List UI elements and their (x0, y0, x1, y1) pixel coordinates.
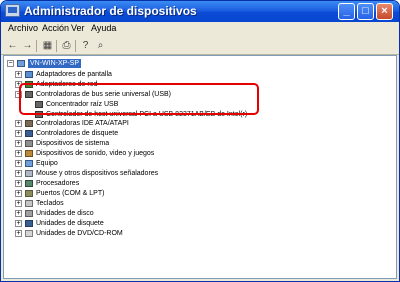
tree-item-unidades-disco[interactable]: + Unidades de disco (15, 209, 315, 219)
system-device-icon (25, 140, 33, 147)
device-tree: − VN-WIN-XP-SP + Adaptadores de pantalla… (3, 55, 397, 279)
back-arrow-icon[interactable]: ← (6, 40, 19, 51)
tree-item-sonido[interactable]: + Dispositivos de sonido, video y juegos (15, 149, 315, 159)
tree-item-equipo[interactable]: + Equipo (15, 159, 315, 169)
toolbar-separator (56, 40, 57, 52)
tree-item-puertos[interactable]: + Puertos (COM & LPT) (15, 189, 315, 199)
scan-hardware-icon[interactable]: ⌕ (94, 40, 107, 51)
menu-bar: Archivo Acción Ver Ayuda (1, 22, 399, 39)
computer-icon (17, 60, 25, 67)
tree-item-teclados[interactable]: + Teclados (15, 199, 315, 209)
sound-icon (25, 150, 33, 157)
tree-item-unidades-disquete[interactable]: + Unidades de disquete (15, 219, 315, 229)
ide-controller-icon (25, 120, 33, 127)
menu-archivo[interactable]: Archivo (8, 23, 38, 33)
keyboard-icon (25, 200, 33, 207)
expand-icon[interactable]: + (15, 190, 22, 197)
tree-item-dvd[interactable]: + Unidades de DVD/CD-ROM (15, 229, 315, 239)
expand-icon[interactable]: + (15, 170, 22, 177)
title-bar[interactable]: Administrador de dispositivos _ □ × (1, 1, 399, 22)
expand-icon[interactable]: + (15, 180, 22, 187)
window-title: Administrador de dispositivos (24, 4, 197, 18)
properties-view-icon[interactable]: ▦ (41, 40, 54, 51)
device-manager-window: Administrador de dispositivos _ □ × Arch… (0, 0, 400, 282)
mouse-icon (25, 170, 33, 177)
toolbar-separator (75, 40, 76, 52)
expand-icon[interactable]: + (15, 220, 22, 227)
menu-ver[interactable]: Ver (71, 23, 85, 33)
port-icon (25, 190, 33, 197)
tree-root[interactable]: − VN-WIN-XP-SP (7, 59, 87, 69)
expand-icon[interactable]: + (15, 150, 22, 157)
collapse-icon[interactable]: − (7, 60, 14, 67)
toolbar-separator (36, 40, 37, 52)
tree-item-disquete-controladores[interactable]: + Controladores de disquete (15, 129, 315, 139)
expand-icon[interactable]: + (15, 140, 22, 147)
expand-icon[interactable]: + (15, 120, 22, 127)
toolbar: ← → ▦ ⎙ ? ⌕ (1, 38, 399, 55)
menu-accion[interactable]: Acción (42, 23, 69, 33)
minimize-button[interactable]: _ (338, 3, 355, 20)
tree-item-ide[interactable]: + Controladoras IDE ATA/ATAPI (15, 119, 315, 129)
dvd-icon (25, 230, 33, 237)
tree-item-procesadores[interactable]: + Procesadores (15, 179, 315, 189)
expand-icon[interactable]: + (15, 130, 22, 137)
maximize-button[interactable]: □ (357, 3, 374, 20)
expand-icon[interactable]: + (15, 160, 22, 167)
usb-highlight-outline (19, 83, 259, 115)
menu-ayuda[interactable]: Ayuda (91, 23, 116, 33)
tree-item-adaptadores-pantalla[interactable]: + Adaptadores de pantalla (15, 70, 315, 80)
expand-icon[interactable]: + (15, 200, 22, 207)
tree-item-dispositivos-sistema[interactable]: + Dispositivos de sistema (15, 139, 315, 149)
forward-arrow-icon[interactable]: → (21, 40, 34, 51)
tree-item-mouse[interactable]: + Mouse y otros dispositivos señaladores (15, 169, 315, 179)
disk-drive-icon (25, 210, 33, 217)
expand-icon[interactable]: + (15, 71, 22, 78)
expand-icon[interactable]: + (15, 230, 22, 237)
expand-icon[interactable]: + (15, 210, 22, 217)
floppy-controller-icon (25, 130, 33, 137)
computer-icon (25, 160, 33, 167)
device-manager-icon (5, 4, 20, 17)
processor-icon (25, 180, 33, 187)
help-icon[interactable]: ? (79, 40, 92, 51)
monitor-icon (25, 71, 33, 78)
floppy-drive-icon (25, 220, 33, 227)
print-icon[interactable]: ⎙ (60, 40, 73, 51)
close-button[interactable]: × (376, 3, 393, 20)
